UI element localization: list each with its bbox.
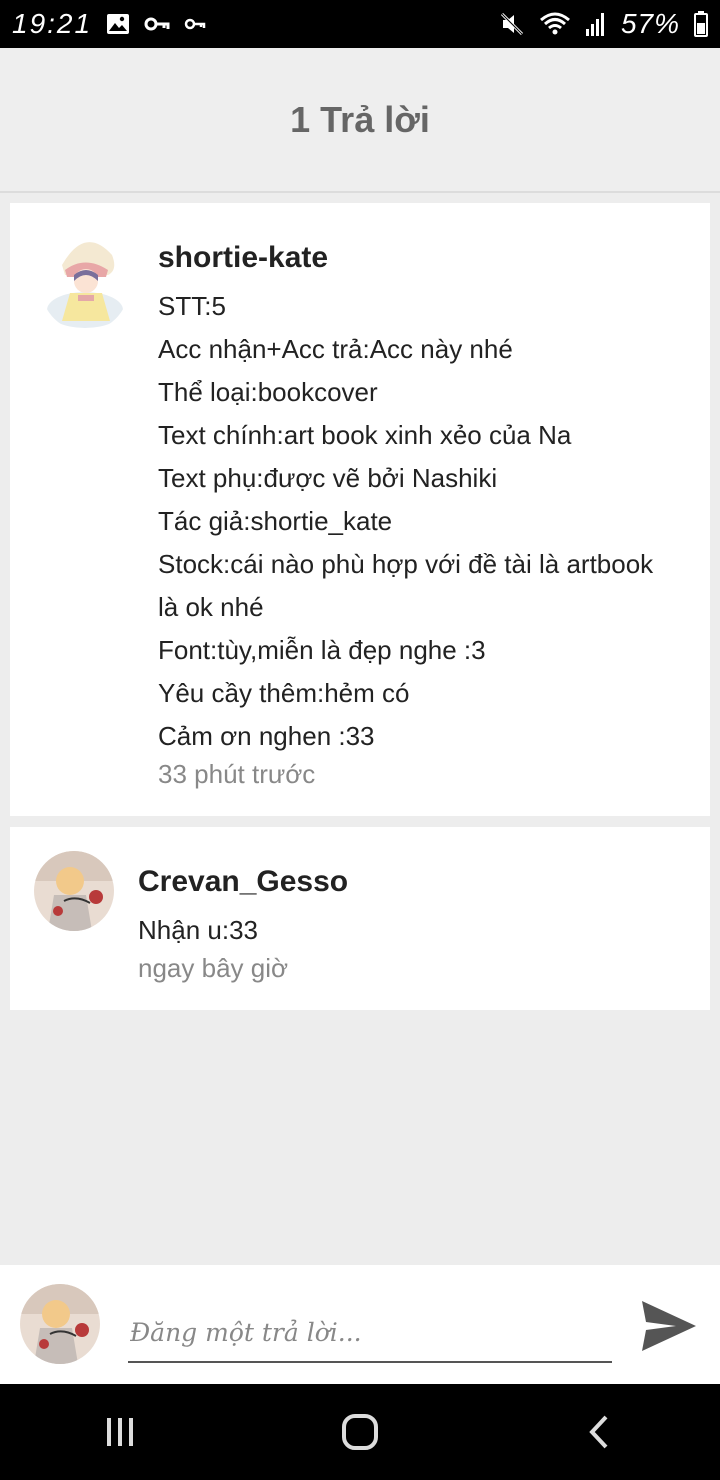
comment-timestamp: ngay bây giờ — [138, 953, 289, 983]
comment-body: Nhận u:33 — [138, 909, 258, 952]
avatar[interactable] — [34, 851, 114, 931]
reply-input[interactable] — [128, 1303, 612, 1363]
send-icon — [642, 1301, 696, 1351]
recents-icon — [107, 1418, 133, 1446]
home-icon — [342, 1414, 378, 1450]
recents-button[interactable] — [80, 1392, 160, 1472]
comment-line: Nhận u:33 — [138, 915, 258, 945]
status-bar: 19:21 57% — [0, 0, 720, 48]
back-icon — [589, 1415, 608, 1449]
battery-percent: 57% — [620, 8, 680, 39]
comment-timestamp: 33 phút trước — [158, 759, 316, 789]
back-button[interactable] — [560, 1392, 640, 1472]
status-time: 19:21 — [12, 8, 93, 39]
system-nav-bar — [0, 1384, 720, 1480]
status-left: 19:21 — [12, 8, 206, 40]
compose-bar — [0, 1265, 720, 1384]
send-button[interactable] — [636, 1293, 702, 1359]
key-icon — [144, 16, 170, 32]
image-icon — [106, 13, 130, 35]
signal-icon — [585, 11, 607, 37]
comment-line: STT:5 — [158, 291, 226, 321]
comment-line: Acc nhận+Acc trả:Acc này nhé — [158, 334, 513, 364]
comment-card: Crevan_Gesso Nhận u:33 ngay bây giờ — [10, 827, 710, 1010]
comment-line: Cảm ơn nghen :33 — [158, 721, 375, 751]
page-title: 1 Trả lời — [290, 98, 430, 140]
mute-icon — [499, 11, 525, 37]
comment-line: là ok nhé — [158, 592, 264, 622]
comment-body: STT:5 Acc nhận+Acc trả:Acc này nhé Thể l… — [158, 285, 653, 758]
battery-icon — [694, 11, 708, 37]
comment-line: Thể loại:bookcover — [158, 377, 378, 407]
header: 1 Trả lời — [0, 48, 720, 193]
home-button[interactable] — [320, 1392, 400, 1472]
comment-line: Font:tùy,miễn là đẹp nghe :3 — [158, 635, 486, 665]
vpn-key-icon — [184, 17, 206, 31]
comment-line: Yêu cầy thêm:hẻm có — [158, 678, 410, 708]
comment-card: shortie-kate STT:5 Acc nhận+Acc trả:Acc … — [10, 203, 710, 816]
status-right: 57% — [499, 8, 708, 40]
wifi-icon — [539, 11, 571, 37]
comment-line: Text phụ:được vẽ bởi Nashiki — [158, 463, 498, 493]
comment-line: Tác giả:shortie_kate — [158, 506, 393, 536]
comment-line: Stock:cái nào phù hợp với đề tài là artb… — [158, 549, 654, 579]
comment-line: Text chính:art book xinh xẻo của Na — [158, 420, 572, 450]
avatar[interactable] — [40, 225, 130, 330]
comment-author[interactable]: shortie-kate — [158, 241, 328, 275]
comment-author[interactable]: Crevan_Gesso — [138, 865, 348, 899]
current-user-avatar — [20, 1284, 100, 1364]
